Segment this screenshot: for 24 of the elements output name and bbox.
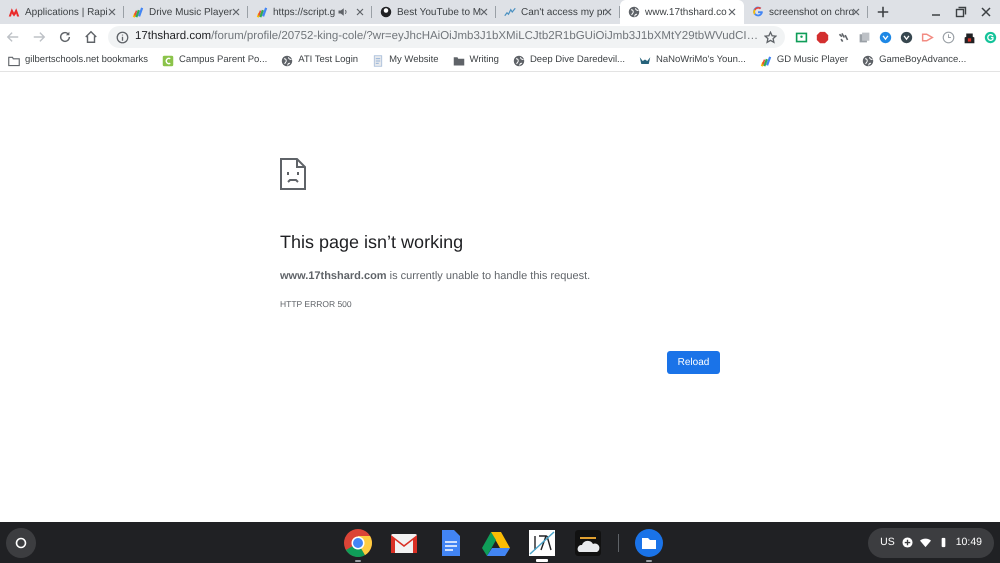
bookmark[interactable]: ATI Test Login (281, 53, 358, 68)
browser-tab[interactable]: Drive Music Player (124, 0, 248, 24)
bookmark[interactable]: Campus Parent Po... (162, 53, 268, 68)
browser-tab[interactable]: Can't access my pr (496, 0, 620, 24)
error-title: This page isn’t working (280, 232, 464, 254)
bookmark[interactable]: GameBoyAdvance... (862, 53, 966, 68)
bookmark[interactable]: NaNoWriMo's Youn... (638, 53, 746, 68)
address-bar[interactable]: 17thshard.com/forum/profile/20752-king-cole/?wr=eyJhcHAiOiJmb3J1bXMiLCJtb2R1bGUiOiJmb3J1bXMtY29tbWVudCI… (108, 26, 786, 48)
bookmark[interactable]: My Website (372, 53, 439, 68)
input-method: US (880, 534, 895, 550)
browser-tab[interactable]: www.17thshard.co (620, 0, 744, 24)
status-tray[interactable]: US 10:49 (868, 528, 994, 558)
error-message: www.17thshard.com is currently unable to handle this request. (280, 268, 592, 284)
browser-tab[interactable]: https://script.g (248, 0, 372, 24)
browser-tab[interactable]: Applications | Rapi (0, 0, 124, 24)
bookmark[interactable]: gilbertschools.net bookmarks (8, 53, 148, 68)
bookmark[interactable]: GD Music Player (760, 53, 848, 68)
browser-tab[interactable]: screenshot on chro (744, 0, 868, 24)
bookmark[interactable]: Deep Dive Daredevil... (512, 53, 625, 68)
clock-time: 10:49 (956, 534, 982, 550)
error-code: HTTP ERROR 500 (280, 298, 353, 311)
browser-tab[interactable]: Best YouTube to M (372, 0, 496, 24)
reload-button[interactable]: Reload (667, 350, 720, 374)
bookmark[interactable]: Writing (452, 53, 499, 68)
